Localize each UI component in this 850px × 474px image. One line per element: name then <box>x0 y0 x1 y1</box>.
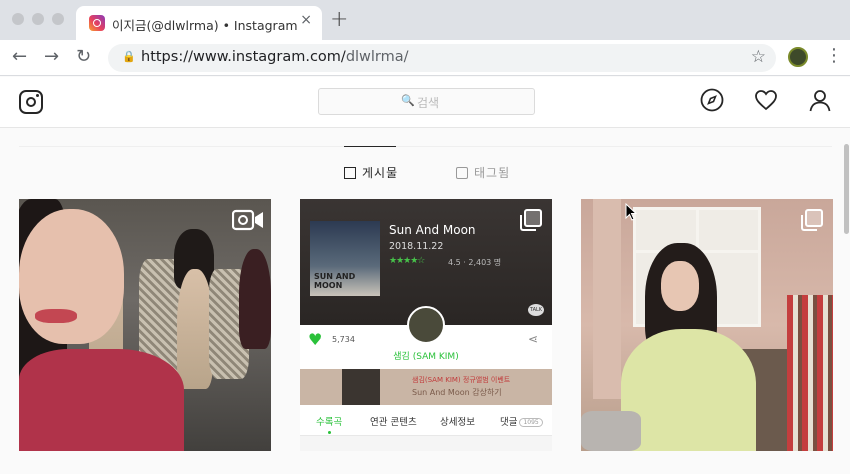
browser-toolbar: ← → ↻ 🔒 https://www.instagram.com/dlwlrm… <box>0 40 850 76</box>
share-icon: ⋖ <box>528 332 539 346</box>
window-close-button[interactable] <box>12 13 24 25</box>
music-list-start <box>300 435 552 451</box>
music-tab-details: 상세정보 <box>440 417 475 428</box>
active-tab-indicator <box>344 146 396 147</box>
artist-name: 샘김 (SAM KIM) <box>393 352 459 362</box>
back-arrow-icon[interactable]: ← <box>12 46 27 67</box>
search-input[interactable]: 🔍 검색 <box>318 88 535 115</box>
tab-tagged[interactable]: 태그됨 <box>456 164 510 181</box>
tab-posts[interactable]: 게시물 <box>344 164 398 181</box>
tab-posts-label: 게시물 <box>362 166 399 180</box>
banner-subtitle: Sun And Moon 감상하기 <box>412 388 502 397</box>
new-tab-button[interactable]: + <box>330 7 348 32</box>
music-tab-related: 연관 콘텐츠 <box>370 417 417 428</box>
event-banner: 샘김(SAM KIM) 정규앨범 이벤트 Sun And Moon 감상하기 <box>300 369 552 405</box>
instagram-favicon-icon <box>89 15 105 31</box>
talk-bubble-icon: TALK <box>528 304 544 316</box>
post-thumbnail-photo[interactable] <box>581 199 833 451</box>
profile-person-icon[interactable] <box>808 88 832 112</box>
multiple-images-icon <box>520 209 542 231</box>
photo-bag <box>581 411 641 451</box>
album-cover: SUN AND MOON <box>310 221 380 296</box>
url-path: dlwlrma/ <box>345 49 409 65</box>
music-tab-tracks: 수록곡 <box>316 417 343 428</box>
active-dot <box>328 431 331 434</box>
tab-close-button[interactable]: × <box>300 12 312 28</box>
search-icon: 🔍 <box>401 94 415 107</box>
song-title: Sun And Moon <box>389 223 476 237</box>
like-heart-icon: ♥ <box>308 330 323 349</box>
artist-avatar <box>407 306 445 344</box>
url-host: https://www.instagram.com/ <box>141 49 346 65</box>
activity-heart-icon[interactable] <box>754 88 778 112</box>
song-release-date: 2018.11.22 <box>389 241 444 252</box>
multiple-images-icon <box>801 209 823 231</box>
extension-avatar-icon[interactable] <box>788 47 808 67</box>
search-placeholder: 검색 <box>417 96 440 110</box>
song-rating: 4.5 · 2,403 명 <box>448 258 502 267</box>
instagram-header: 🔍 검색 <box>0 77 850 128</box>
banner-title: 샘김(SAM KIM) 정규앨범 이벤트 <box>412 376 511 384</box>
address-bar[interactable]: 🔒 https://www.instagram.com/dlwlrma/ ☆ <box>108 44 776 72</box>
grid-icon <box>344 167 356 179</box>
browser-menu-icon[interactable]: ⋮ <box>825 45 843 66</box>
photo-face <box>19 209 124 344</box>
forward-arrow-icon[interactable]: → <box>44 46 59 67</box>
mouse-cursor-icon <box>625 203 637 221</box>
music-tab-comments: 댓글 1095 <box>500 414 543 428</box>
scrollbar-thumb[interactable] <box>844 144 849 234</box>
photo-detail <box>35 309 77 323</box>
tag-person-icon <box>456 167 468 179</box>
tab-title: 이지금(@dlwlrma) • Instagram 사진 및 동영상 <box>112 18 298 33</box>
profile-tabs-divider <box>19 146 832 147</box>
bookmark-star-icon[interactable]: ☆ <box>751 47 766 67</box>
post-thumbnail-music[interactable]: SUN AND MOON Sun And Moon 2018.11.22 ★★★… <box>300 199 552 451</box>
browser-tab-bar: 이지금(@dlwlrma) • Instagram 사진 및 동영상 × + <box>0 0 850 40</box>
photo-face <box>661 261 699 311</box>
lock-icon: 🔒 <box>122 50 136 63</box>
album-cover-text: SUN AND MOON <box>314 272 356 290</box>
photo-figure <box>19 349 184 451</box>
tab-tagged-label: 태그됨 <box>474 166 511 180</box>
banner-image <box>342 369 380 405</box>
url-text[interactable]: https://www.instagram.com/dlwlrma/ <box>141 49 409 65</box>
like-count: 5,734 <box>332 335 355 344</box>
window-zoom-button[interactable] <box>52 13 64 25</box>
comment-count-badge: 1095 <box>519 418 543 427</box>
window-minimize-button[interactable] <box>32 13 44 25</box>
photo-figure <box>239 249 271 349</box>
photo-sweater <box>621 329 756 451</box>
comments-label: 댓글 <box>500 417 518 428</box>
rating-stars-icon: ★★★★☆ <box>389 256 425 266</box>
page-scrollbar[interactable] <box>843 128 850 474</box>
reload-icon[interactable]: ↻ <box>76 46 91 67</box>
photo-clothes-rack <box>787 295 833 451</box>
photo-curtain <box>593 199 621 399</box>
explore-compass-icon[interactable] <box>700 88 724 112</box>
instagram-logo-icon[interactable] <box>19 90 43 114</box>
photo-figure <box>177 269 213 389</box>
music-tabs: 수록곡 연관 콘텐츠 상세정보 댓글 1095 <box>300 405 552 435</box>
post-thumbnail-video[interactable] <box>19 199 271 451</box>
video-camera-icon <box>232 209 263 231</box>
browser-tab-instagram[interactable]: 이지금(@dlwlrma) • Instagram 사진 및 동영상 × <box>76 6 322 40</box>
